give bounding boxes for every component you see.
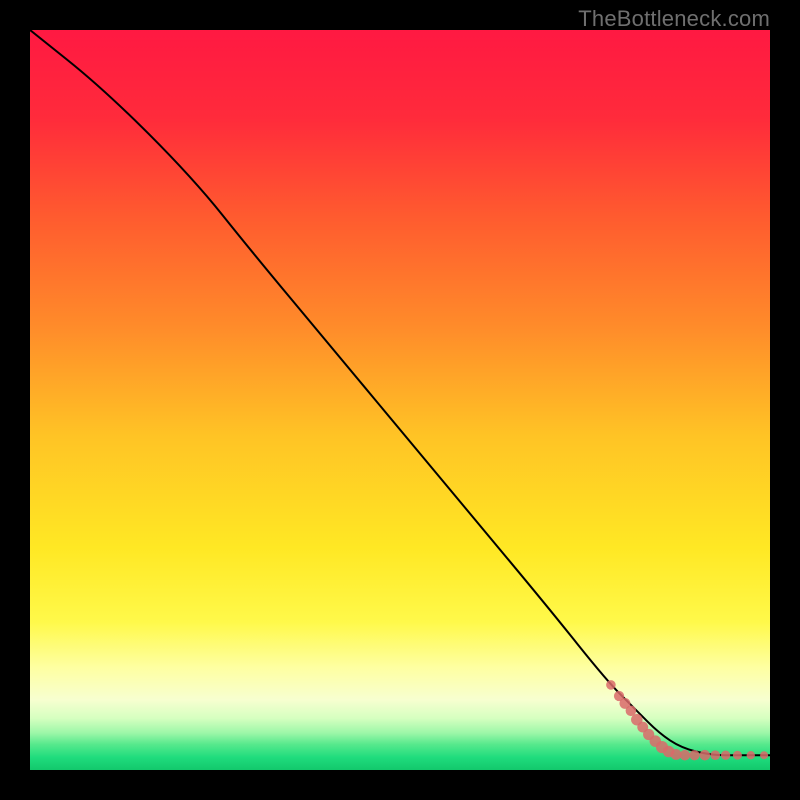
tail-marker bbox=[733, 751, 742, 760]
tail-marker bbox=[689, 750, 699, 760]
tail-marker bbox=[700, 750, 711, 761]
tail-marker bbox=[680, 750, 691, 761]
tail-marker bbox=[721, 751, 730, 760]
gradient-background bbox=[30, 30, 770, 770]
stage: TheBottleneck.com bbox=[0, 0, 800, 800]
watermark-text: TheBottleneck.com bbox=[578, 6, 770, 32]
tail-marker bbox=[606, 680, 616, 690]
plot-area bbox=[30, 30, 770, 770]
tail-marker bbox=[760, 751, 768, 759]
tail-marker bbox=[747, 751, 755, 759]
tail-marker bbox=[710, 750, 720, 760]
chart-svg bbox=[30, 30, 770, 770]
